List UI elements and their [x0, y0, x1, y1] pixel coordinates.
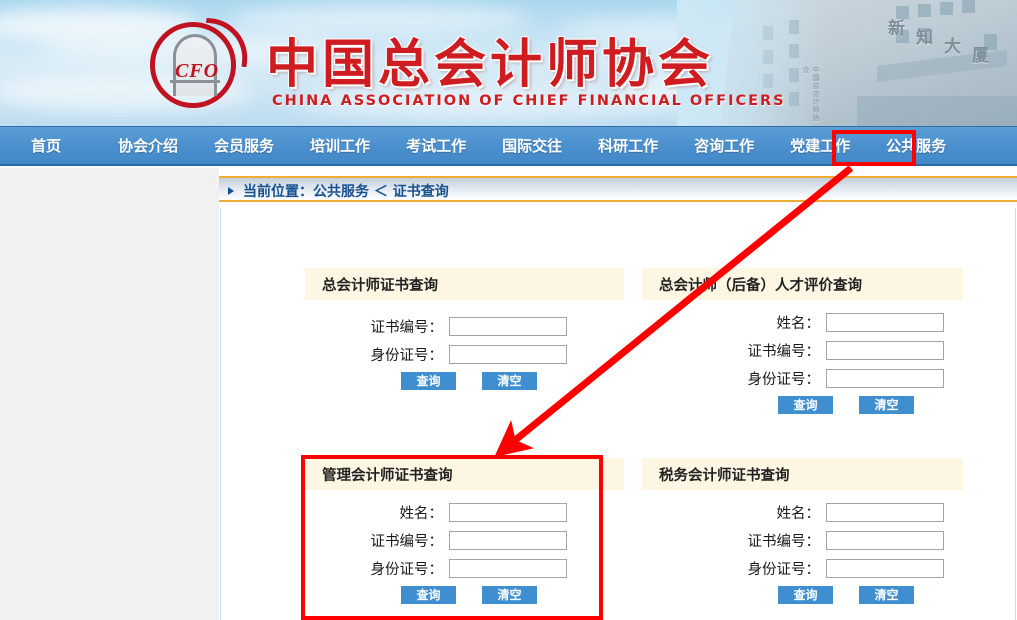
input-id-number[interactable]: [826, 369, 944, 388]
form-row: 姓名：: [730, 502, 944, 523]
field-label-name: 姓名：: [776, 506, 821, 522]
card-header: 税务会计师证书查询: [642, 458, 963, 490]
form-row: 证书编号：: [353, 316, 567, 337]
submit-query-button[interactable]: 查询: [401, 586, 456, 604]
submit-query-button[interactable]: 查询: [401, 372, 456, 390]
input-certificate-number[interactable]: [826, 531, 944, 550]
submit-query-button[interactable]: 查询: [778, 396, 833, 414]
nav-item-public-services[interactable]: 公共服务: [884, 135, 948, 156]
field-label-certificate-number: 证书编号：: [370, 320, 444, 336]
card-form: 证书编号： 身份证号： 查询 清空: [353, 316, 567, 390]
field-label-name: 姓名：: [399, 506, 444, 522]
field-label-id-number: 身份证号：: [747, 562, 821, 578]
clear-form-button[interactable]: 清空: [859, 396, 914, 414]
input-name[interactable]: [826, 313, 944, 332]
form-row: 证书编号：: [730, 340, 944, 361]
field-label-certificate-number: 证书编号：: [747, 534, 821, 550]
field-label-certificate-number: 证书编号：: [370, 534, 444, 550]
button-spacer: [456, 586, 482, 604]
logo-cfo-text: CFO: [174, 60, 220, 82]
card-button-row: 查询 清空: [401, 586, 567, 604]
input-certificate-number[interactable]: [449, 531, 567, 550]
card-form: 姓名： 证书编号： 身份证号： 查询 清空: [730, 312, 944, 414]
nav-item-member-services[interactable]: 会员服务: [212, 135, 276, 156]
input-certificate-number[interactable]: [826, 341, 944, 360]
input-id-number[interactable]: [449, 559, 567, 578]
left-empty-pane: [0, 168, 219, 620]
card-title: 总会计师（后备）人才评价查询: [659, 277, 862, 294]
query-forms-panel: 总会计师证书查询 证书编号： 身份证号： 查询 清空 总会计师（后备）人才评价查…: [220, 208, 1016, 620]
breadcrumb-text: 当前位置：公共服务 ＜ 证书查询: [243, 184, 449, 200]
organization-subtitle-english: CHINA ASSOCIATION OF CHIEF FINANCIAL OFF…: [272, 93, 786, 109]
form-row: 身份证号：: [353, 558, 567, 579]
cfo-logo[interactable]: CFO: [148, 17, 252, 112]
building-window: [962, 0, 975, 13]
field-label-id-number: 身份证号：: [370, 348, 444, 364]
input-certificate-number[interactable]: [449, 317, 567, 336]
nav-item-home[interactable]: 首页: [29, 135, 63, 156]
nav-item-research[interactable]: 科研工作: [596, 135, 660, 156]
form-row: 身份证号：: [730, 558, 944, 579]
submit-query-button[interactable]: 查询: [778, 586, 833, 604]
card-title: 税务会计师证书查询: [659, 467, 790, 484]
input-id-number[interactable]: [826, 559, 944, 578]
form-row: 身份证号：: [353, 344, 567, 365]
clear-form-button[interactable]: 清空: [482, 372, 537, 390]
card-button-row: 查询 清空: [401, 372, 567, 390]
card-title: 总会计师证书查询: [322, 277, 438, 294]
building-window: [918, 4, 931, 17]
nav-item-consulting[interactable]: 咨询工作: [692, 135, 756, 156]
breadcrumb-bar: 当前位置：公共服务 ＜ 证书查询: [219, 176, 1017, 202]
card-header: 总会计师证书查询: [305, 268, 624, 300]
form-row: 证书编号：: [730, 530, 944, 551]
building-sign-char-2: 知: [916, 28, 933, 48]
clear-form-button[interactable]: 清空: [859, 586, 914, 604]
button-spacer: [833, 586, 859, 604]
card-header: 总会计师（后备）人才评价查询: [642, 268, 963, 300]
card-button-row: 查询 清空: [778, 396, 944, 414]
input-name[interactable]: [826, 503, 944, 522]
field-label-id-number: 身份证号：: [747, 372, 821, 388]
clear-form-button[interactable]: 清空: [482, 586, 537, 604]
form-row: 姓名：: [730, 312, 944, 333]
button-spacer: [456, 372, 482, 390]
breadcrumb-arrow-icon: [228, 187, 234, 195]
field-label-id-number: 身份证号：: [370, 562, 444, 578]
card-form: 姓名： 证书编号： 身份证号： 查询 清空: [730, 502, 944, 604]
nav-item-international-exchange[interactable]: 国际交往: [500, 135, 564, 156]
site-header-banner: 新 知 大 厦 中国总会计师协会 CFO 中国总会计师协会 CHINA ASSO…: [0, 0, 1017, 126]
button-spacer: [833, 396, 859, 414]
building-sign-char-3: 大: [944, 37, 961, 57]
main-navigation-bar: 首页 协会介绍 会员服务 培训工作 考试工作 国际交往 科研工作 咨询工作 党建…: [0, 126, 1017, 166]
building-sign-char-1: 新: [888, 19, 905, 39]
nav-item-association-intro[interactable]: 协会介绍: [116, 135, 180, 156]
card-title: 管理会计师证书查询: [322, 467, 453, 484]
nav-item-training[interactable]: 培训工作: [308, 135, 372, 156]
nav-item-examination[interactable]: 考试工作: [404, 135, 468, 156]
building-entrance: [857, 96, 1017, 126]
input-name[interactable]: [449, 503, 567, 522]
building-window: [940, 2, 953, 15]
form-row: 姓名：: [353, 502, 567, 523]
card-form: 姓名： 证书编号： 身份证号： 查询 清空: [353, 502, 567, 604]
field-label-name: 姓名：: [776, 316, 821, 332]
nav-item-party-building[interactable]: 党建工作: [788, 135, 852, 156]
card-header: 管理会计师证书查询: [305, 458, 624, 490]
content-area: 当前位置：公共服务 ＜ 证书查询 总会计师证书查询 证书编号： 身份证号： 查询: [219, 168, 1017, 620]
field-label-certificate-number: 证书编号：: [747, 344, 821, 360]
form-row: 身份证号：: [730, 368, 944, 389]
form-row: 证书编号：: [353, 530, 567, 551]
building-sign-char-4: 厦: [972, 46, 989, 66]
card-button-row: 查询 清空: [778, 586, 944, 604]
input-id-number[interactable]: [449, 345, 567, 364]
organization-title: 中国总会计师协会: [266, 34, 715, 95]
